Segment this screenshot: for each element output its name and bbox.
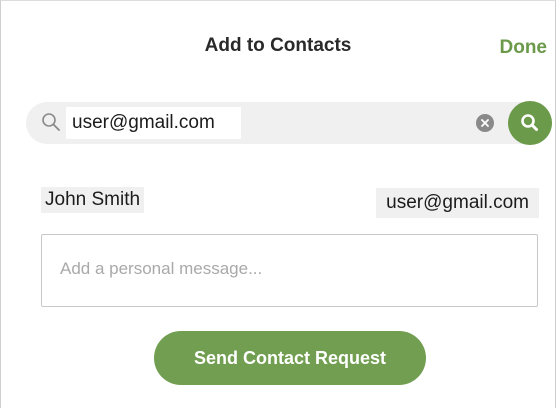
contact-email: user@gmail.com	[376, 188, 539, 218]
contact-name: John Smith	[41, 187, 145, 213]
personal-message-field[interactable]	[41, 234, 538, 307]
search-icon	[42, 113, 60, 131]
search-submit-button[interactable]	[508, 101, 552, 145]
clear-icon[interactable]	[476, 114, 494, 132]
done-button[interactable]: Done	[500, 37, 548, 59]
search-bar	[26, 101, 552, 145]
search-input[interactable]	[66, 107, 241, 139]
dialog-title: Add to Contacts	[204, 35, 352, 56]
add-contacts-dialog: Add to Contacts Done John Smith user@gma…	[0, 0, 556, 408]
send-contact-request-button[interactable]: Send Contact Request	[154, 331, 426, 385]
search-icon	[521, 114, 538, 131]
